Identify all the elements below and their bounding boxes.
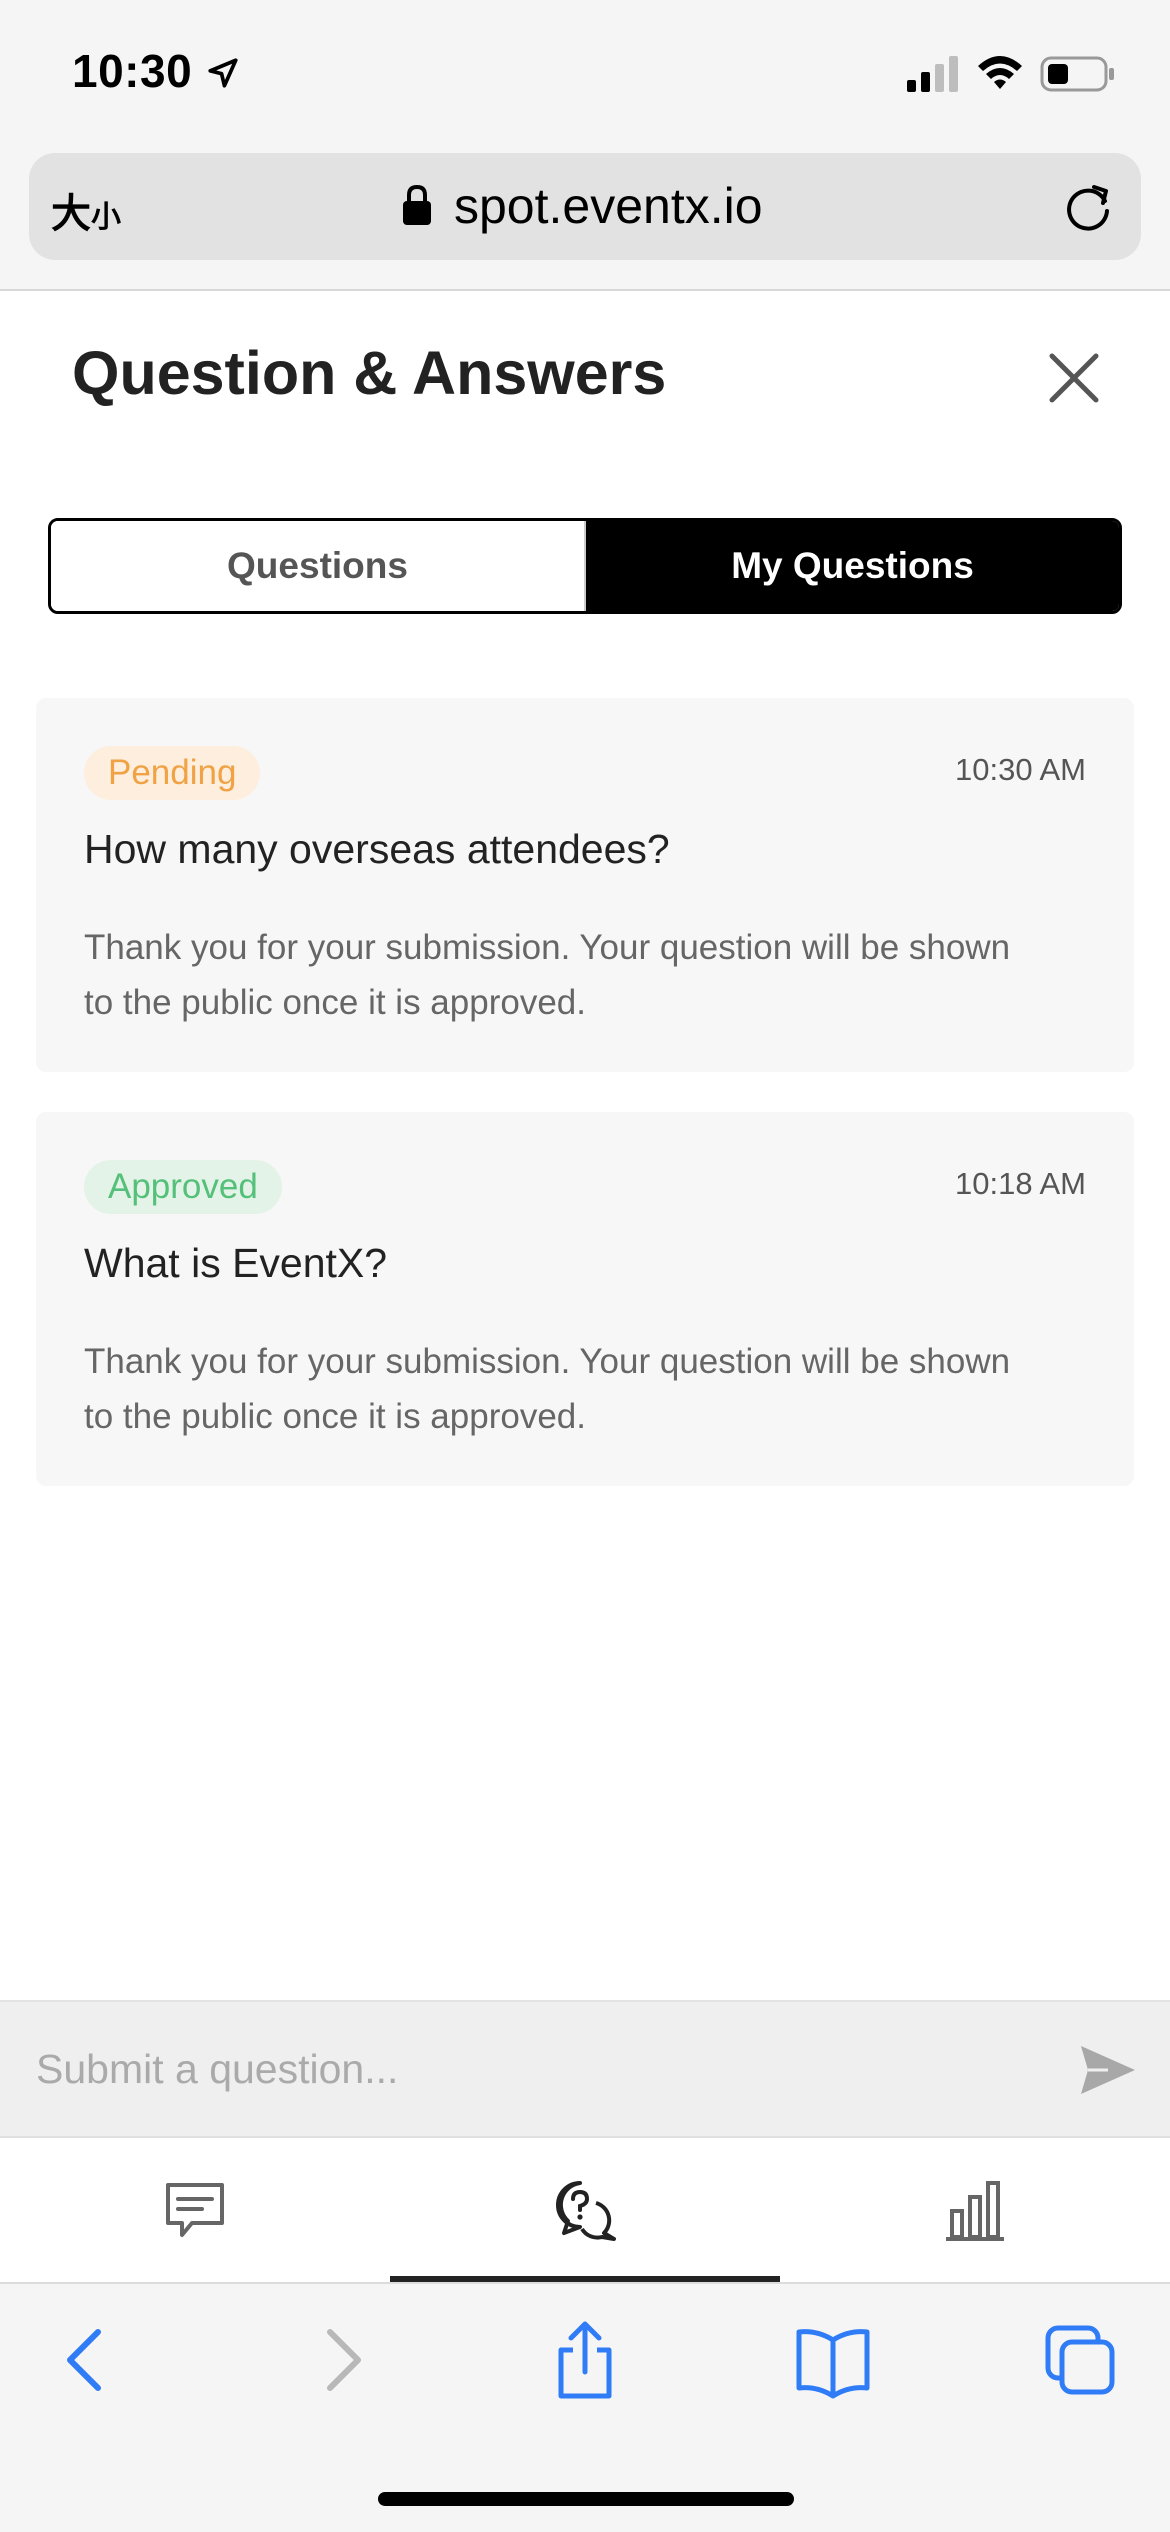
tabs-icon[interactable] <box>1040 2320 1120 2400</box>
close-icon[interactable] <box>1042 346 1106 410</box>
reload-icon[interactable] <box>1062 181 1116 235</box>
submission-note: Thank you for your submission. Your ques… <box>84 1342 1011 1436</box>
question-tabs: Questions My Questions <box>48 518 1122 614</box>
wifi-icon <box>978 56 1022 89</box>
status-bar: 10:30 <box>0 0 1170 145</box>
home-indicator <box>378 2492 794 2506</box>
chat-icon <box>166 2183 224 2237</box>
share-icon[interactable] <box>545 2320 625 2400</box>
text-size-button[interactable]: 大小 <box>51 181 121 239</box>
status-badge: Approved <box>84 1160 282 1214</box>
browser-address-area: 大小 spot.eventx.io <box>0 145 1170 291</box>
location-arrow-icon <box>208 58 238 88</box>
qa-icon <box>556 2181 616 2241</box>
text-size-big-label: 大 <box>51 191 91 237</box>
address-bar[interactable]: 大小 spot.eventx.io <box>29 153 1141 260</box>
submit-question-input[interactable] <box>36 2024 1056 2114</box>
back-icon[interactable] <box>48 2320 128 2400</box>
submission-note: Thank you for your submission. Your ques… <box>84 928 1011 1022</box>
url-text[interactable]: spot.eventx.io <box>454 177 763 235</box>
text-size-small-label: 小 <box>91 200 121 235</box>
status-badge: Pending <box>84 746 261 800</box>
tab-qa[interactable] <box>390 2138 780 2282</box>
tab-questions[interactable]: Questions <box>51 521 586 611</box>
submit-question-bar <box>0 2000 1170 2138</box>
cellular-signal-icon <box>907 56 958 92</box>
bottom-tab-bar <box>0 2138 1170 2282</box>
question-text: What is EventX? <box>84 1240 388 1286</box>
battery-icon <box>1040 56 1114 92</box>
status-time: 10:30 <box>72 45 193 97</box>
question-card: Pending 10:30 AM How many overseas atten… <box>36 698 1134 1072</box>
question-card: Approved 10:18 AM What is EventX? Thank … <box>36 1112 1134 1486</box>
bookmarks-icon[interactable] <box>793 2320 873 2400</box>
tab-chat[interactable] <box>0 2138 390 2282</box>
tab-poll[interactable] <box>780 2138 1170 2282</box>
poll-icon <box>946 2181 1004 2241</box>
send-icon[interactable] <box>1078 2042 1138 2098</box>
question-text: How many overseas attendees? <box>84 826 670 872</box>
forward-icon[interactable] <box>300 2320 380 2400</box>
lock-icon <box>403 184 431 225</box>
tab-my-questions[interactable]: My Questions <box>586 521 1119 611</box>
question-time: 10:18 AM <box>955 1166 1086 1201</box>
question-time: 10:30 AM <box>955 752 1086 787</box>
page-title: Question & Answers <box>72 339 667 407</box>
